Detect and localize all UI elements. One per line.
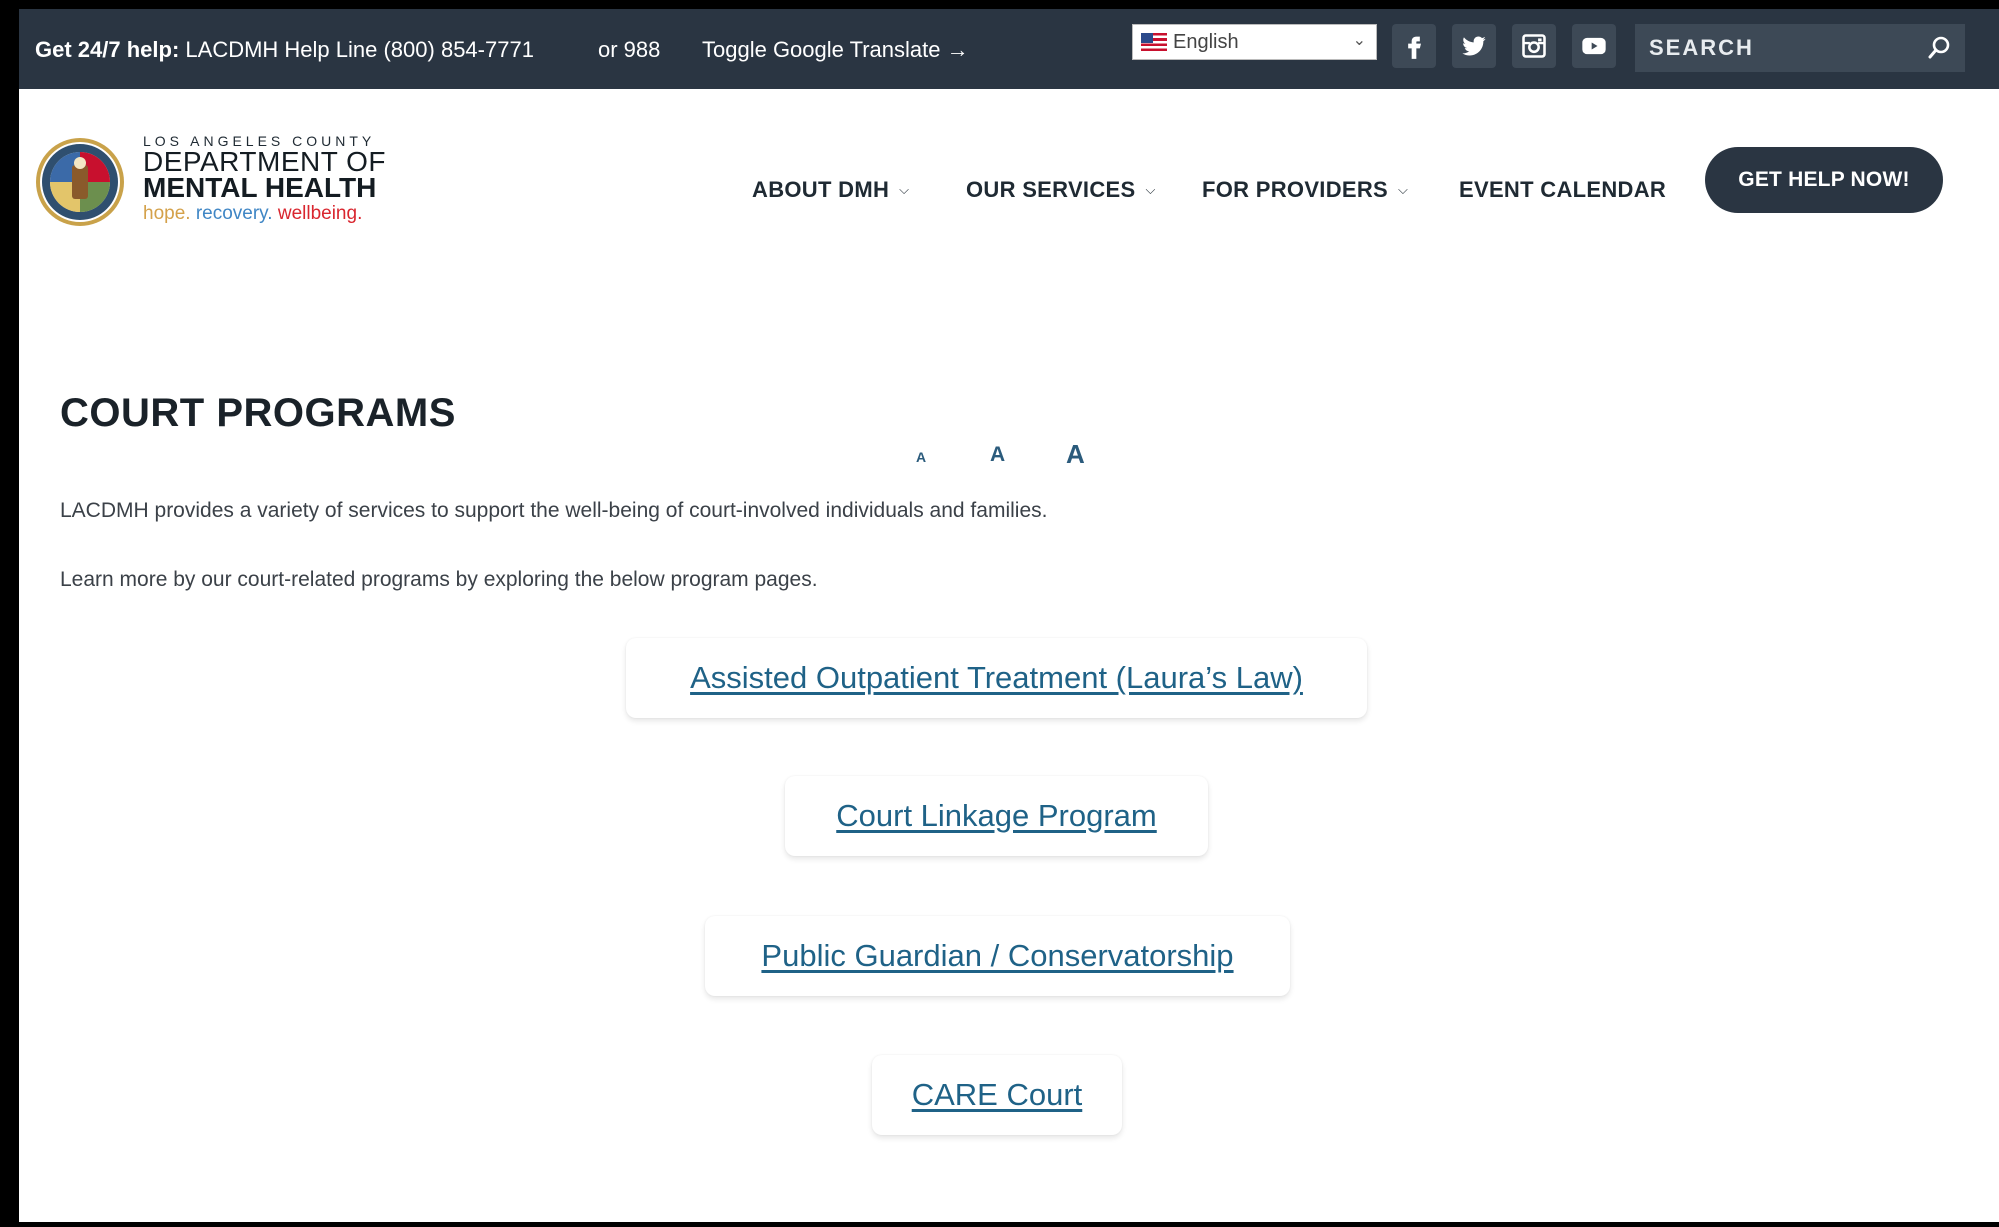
language-select[interactable]: English ⌄ xyxy=(1132,24,1377,60)
tagline-hope: hope. xyxy=(143,203,191,224)
search-box xyxy=(1635,24,1965,72)
nav-our-services-label: OUR SERVICES xyxy=(966,177,1136,202)
program-link-public-guardian[interactable]: Public Guardian / Conservatorship xyxy=(761,938,1233,974)
top-bar: Get 24/7 help: LACDMH Help Line (800) 85… xyxy=(19,9,1999,89)
chevron-down-icon: ⌵ xyxy=(899,182,910,197)
nav-event-calendar[interactable]: EVENT CALENDAR xyxy=(1459,177,1666,203)
toggle-translate-link[interactable]: Toggle Google Translate → xyxy=(702,37,969,63)
nav-about-dmh[interactable]: ABOUT DMH ⌵ xyxy=(752,177,909,203)
logo-text: LOS ANGELES COUNTY DEPARTMENT OF MENTAL … xyxy=(143,133,386,225)
program-card: CARE Court xyxy=(872,1055,1122,1135)
nav-our-services[interactable]: OUR SERVICES ⌵ xyxy=(966,177,1156,203)
youtube-icon[interactable] xyxy=(1572,24,1616,68)
logo-tagline: hope. recovery. wellbeing. xyxy=(143,203,386,225)
chevron-down-icon: ⌵ xyxy=(1145,182,1156,197)
program-link-aot[interactable]: Assisted Outpatient Treatment (Laura’s L… xyxy=(690,660,1303,696)
nav-about-dmh-label: ABOUT DMH xyxy=(752,177,890,202)
us-flag-icon xyxy=(1141,33,1167,51)
program-link-court-linkage[interactable]: Court Linkage Program xyxy=(836,798,1157,834)
program-link-care-court[interactable]: CARE Court xyxy=(912,1077,1083,1113)
facebook-icon[interactable] xyxy=(1392,24,1436,68)
dmh-logo[interactable]: LOS ANGELES COUNTY DEPARTMENT OF MENTAL … xyxy=(35,133,385,231)
search-input[interactable] xyxy=(1649,35,1909,61)
logo-mental-health: MENTAL HEALTH xyxy=(143,172,377,203)
get-help-now-button[interactable]: GET HELP NOW! xyxy=(1705,147,1943,213)
nav-for-providers-label: FOR PROVIDERS xyxy=(1202,177,1389,202)
tagline-wellbeing: wellbeing. xyxy=(277,203,363,224)
search-icon[interactable] xyxy=(1927,34,1951,67)
page-frame: Get 24/7 help: LACDMH Help Line (800) 85… xyxy=(19,9,1999,1222)
county-seal-icon xyxy=(36,138,124,226)
instagram-icon[interactable] xyxy=(1512,24,1556,68)
nav-for-providers[interactable]: FOR PROVIDERS ⌵ xyxy=(1202,177,1408,203)
help-label: Get 24/7 help: xyxy=(35,37,180,62)
learn-more-text: Learn more by our court-related programs… xyxy=(60,568,818,591)
help-phone-link[interactable]: LACDMH Help Line (800) 854-7771 xyxy=(185,37,534,62)
font-size-small-button[interactable]: A xyxy=(916,449,926,465)
chevron-down-icon: ⌵ xyxy=(1398,182,1409,197)
font-size-large-button[interactable]: A xyxy=(1066,439,1085,470)
program-card: Assisted Outpatient Treatment (Laura’s L… xyxy=(626,638,1367,718)
program-card: Court Linkage Program xyxy=(785,776,1208,856)
nav-event-calendar-label: EVENT CALENDAR xyxy=(1459,177,1667,202)
language-selected: English xyxy=(1173,30,1239,53)
or-988-link[interactable]: or 988 xyxy=(598,37,660,63)
chevron-down-icon: ⌄ xyxy=(1352,32,1366,49)
tagline-recovery: recovery. xyxy=(195,203,273,224)
help-line: Get 24/7 help: LACDMH Help Line (800) 85… xyxy=(35,37,534,63)
intro-text: LACDMH provides a variety of services to… xyxy=(60,499,1048,522)
twitter-icon[interactable] xyxy=(1452,24,1496,68)
program-card: Public Guardian / Conservatorship xyxy=(705,916,1290,996)
font-size-medium-button[interactable]: A xyxy=(990,443,1005,467)
page-title: COURT PROGRAMS xyxy=(60,391,456,435)
